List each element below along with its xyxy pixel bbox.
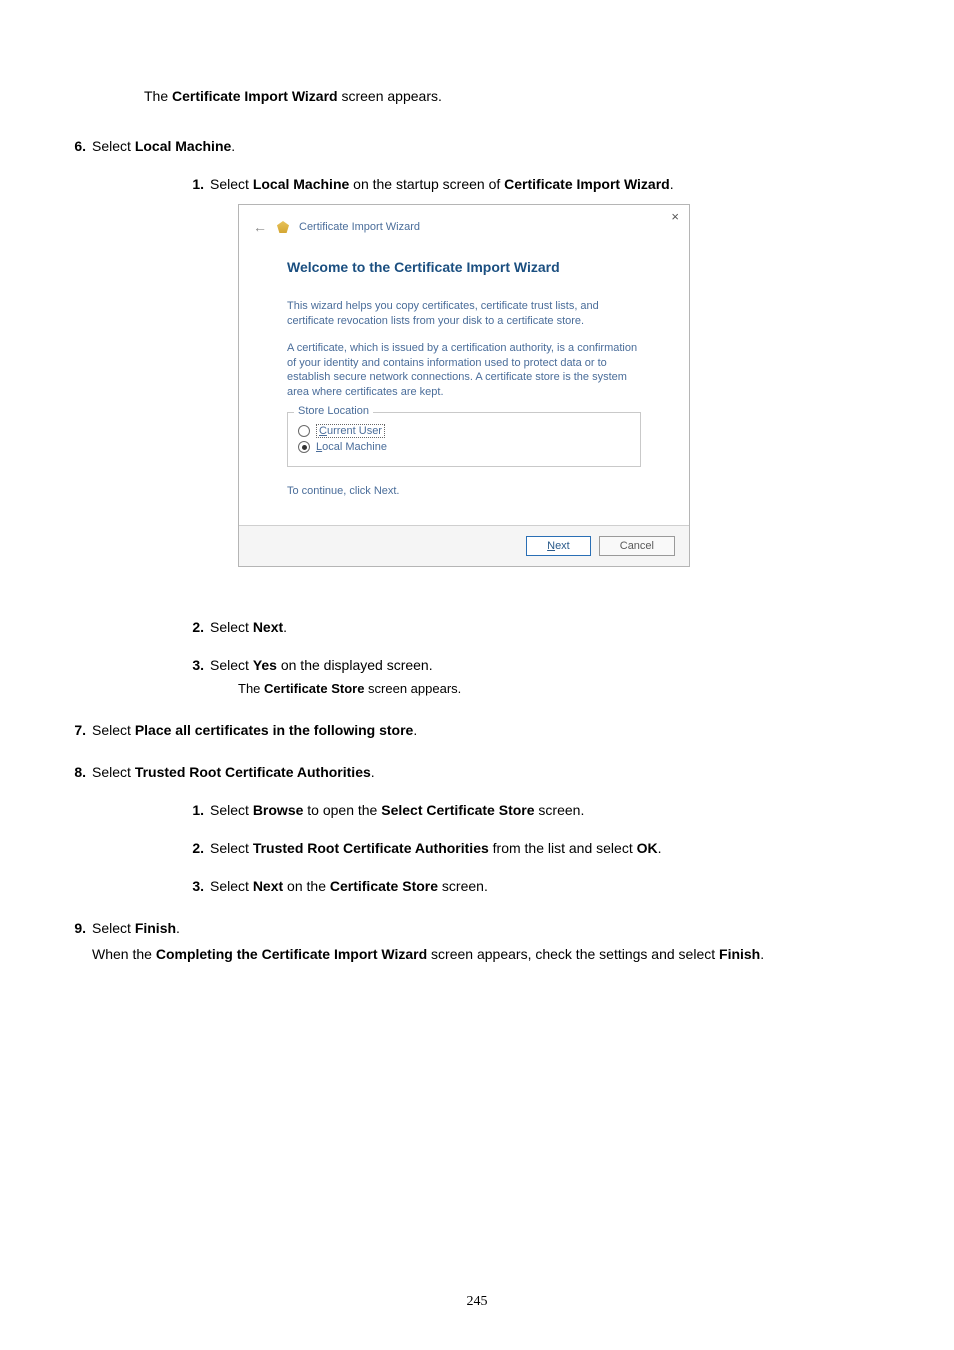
- intro-line: The Certificate Import Wizard screen app…: [144, 88, 894, 104]
- step-6-sub-1: 1. Select Local Machine on the startup s…: [182, 176, 894, 597]
- radio-selected-icon: [302, 445, 307, 450]
- step-9-bold: Finish: [135, 920, 176, 936]
- intro-post: screen appears.: [338, 88, 442, 104]
- store-location-legend: Store Location: [294, 405, 373, 417]
- intro-pre: The: [144, 88, 172, 104]
- step-6-sub-3-note: The Certificate Store screen appears.: [238, 681, 894, 696]
- wizard-title: Certificate Import Wizard: [299, 221, 420, 233]
- step-9-num: 9.: [60, 920, 86, 962]
- wizard-heading: Welcome to the Certificate Import Wizard: [287, 259, 641, 275]
- close-icon[interactable]: ×: [671, 209, 679, 224]
- wizard-p2: A certificate, which is issued by a cert…: [287, 341, 641, 400]
- step-7-bold: Place all certificates in the following …: [135, 722, 414, 738]
- step-7-num: 7.: [60, 722, 86, 738]
- step-6: 6. Select Local Machine.: [60, 138, 894, 154]
- wizard-footer: Next Cancel: [239, 525, 689, 566]
- step-9-body: When the Completing the Certificate Impo…: [92, 946, 894, 962]
- intro-bold: Certificate Import Wizard: [172, 88, 338, 104]
- step-8-bold: Trusted Root Certificate Authorities: [135, 764, 371, 780]
- cancel-button[interactable]: Cancel: [599, 536, 675, 556]
- step-6-bold: Local Machine: [135, 138, 231, 154]
- certificate-import-wizard-window: × ← Certificate Import Wizard Welcome to…: [238, 204, 690, 567]
- radio-current-user[interactable]: Current User: [298, 424, 630, 438]
- radio-icon: [298, 425, 310, 437]
- radio-local-machine[interactable]: Local Machine: [298, 441, 630, 453]
- step-6-sub-2: 2. Select Next.: [182, 619, 894, 635]
- radio-icon: [298, 441, 310, 453]
- step-7: 7. Select Place all certificates in the …: [60, 722, 894, 738]
- back-icon[interactable]: ←: [253, 219, 267, 235]
- step-8: 8. Select Trusted Root Certificate Autho…: [60, 764, 894, 780]
- step-8-num: 8.: [60, 764, 86, 780]
- step-8-sub-2: 2. Select Trusted Root Certificate Autho…: [182, 840, 894, 856]
- next-button[interactable]: Next: [526, 536, 591, 556]
- step-6-num: 6.: [60, 138, 86, 154]
- radio-local-machine-label: Local Machine: [316, 441, 387, 453]
- wizard-p1: This wizard helps you copy certificates,…: [287, 299, 641, 329]
- radio-current-user-label: Current User: [316, 424, 385, 438]
- step-6-text: Select Local Machine.: [92, 138, 894, 154]
- step-6-sub-3: 3. Select Yes on the displayed screen. T…: [182, 657, 894, 696]
- wizard-header: ← Certificate Import Wizard: [239, 205, 689, 235]
- step-8-sub-3: 3. Select Next on the Certificate Store …: [182, 878, 894, 894]
- certificate-icon: [277, 221, 289, 233]
- store-location-group: Store Location Current User Local Machin…: [287, 412, 641, 467]
- step-8-sub-1: 1. Select Browse to open the Select Cert…: [182, 802, 894, 818]
- page-number: 245: [0, 1294, 954, 1310]
- step-9: 9. Select Finish. When the Completing th…: [60, 920, 894, 962]
- wizard-continue-text: To continue, click Next.: [287, 485, 641, 497]
